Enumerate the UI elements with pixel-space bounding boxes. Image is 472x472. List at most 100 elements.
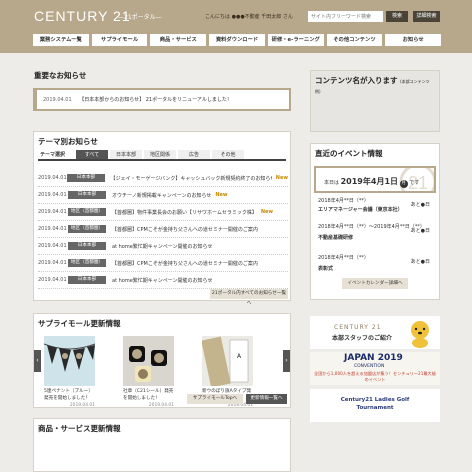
news-category-badge: 日本本部 [68, 276, 106, 284]
event-row[interactable]: 2018年4月**日（**）～2019年4月**日（**） 不動産基礎研修 あと… [318, 223, 430, 241]
event-row[interactable]: 2018年4月**日（**） エリアマネージャー会議（東京本社） あと●日 [318, 197, 430, 213]
news-row[interactable]: 2019.04.01 日本本部 【ジェイ・モーゲージバンク】キャッシュバック新規… [38, 170, 288, 187]
nav-item-other[interactable]: その他コンテンツ [326, 34, 383, 46]
tab-all[interactable]: すべて [76, 150, 108, 159]
news-date: 2019.04.01 [38, 209, 67, 215]
content-box[interactable]: コンテンツ名が入ります (本部コンテンツ例) [310, 70, 440, 132]
tab-japan-hq[interactable]: 日本本部 [110, 150, 142, 159]
news-row[interactable]: 2019.04.01 日本本部 at home繁忙期キャンペーン開催のお知らせ [38, 272, 288, 289]
banner-brand: CENTURY 21 [334, 324, 382, 331]
supply-top-button[interactable]: サプライモールTopへ [187, 394, 243, 404]
badge-icon [129, 346, 167, 382]
news-text: 【ジェイ・モーゲージバンク】キャッシュバック新規契約終了のお知らせ [110, 175, 272, 182]
nav-item-news[interactable]: お知らせ [385, 34, 442, 46]
carousel-prev-button[interactable]: ‹ [34, 350, 41, 372]
today-date: 2019年4月1日 [340, 177, 399, 186]
news-row[interactable]: 2019.04.01 地区（首都圏） 【首都圏】CPMこそが金持ち父さんへの道セ… [38, 221, 288, 238]
flag-image: A [202, 336, 253, 386]
news-date: 2019.04.01 [38, 175, 67, 181]
news-date: 2019.04.01 [38, 243, 67, 249]
carousel-caption: 社章（C21シール）発売を開始しました！ [123, 389, 174, 401]
themed-news-panel: テーマ別お知らせ テーマ選択 すべて 日本本部 地区関係 広告 その他 2019… [33, 131, 291, 306]
news-category-badge: 日本本部 [68, 191, 106, 199]
news-category-badge: 地区（首都圏） [68, 225, 106, 233]
logo-subtitle: —21ポータル— [118, 14, 162, 21]
tab-ads[interactable]: 広告 [178, 150, 210, 159]
staff-intro-banner[interactable]: CENTURY 21 本部スタッフのご紹介 [310, 316, 440, 349]
news-category-badge: 日本本部 [68, 242, 106, 250]
event-calendar-button[interactable]: イベントカレンダー詳細へ [342, 278, 408, 289]
theme-tab-label: テーマ選択 [38, 150, 74, 159]
golf-title: Century21 Ladies Golf Tournament [340, 397, 410, 411]
banner-text: 本部スタッフのご紹介 [332, 335, 393, 342]
nav-item-downloads[interactable]: 資料ダウンロード [209, 34, 265, 46]
search-button[interactable]: 検索 [386, 11, 408, 22]
tab-region[interactable]: 地区関係 [144, 150, 176, 159]
carousel-item[interactable]: 社章（C21シール）発売を開始しました！ 2019.04.01 [123, 336, 174, 408]
event-name: 表彰式 [318, 266, 334, 272]
event-name: 不動産基礎研修 [318, 235, 354, 241]
news-date: 2019.04.01 [38, 277, 67, 283]
site-logo[interactable]: CENTURY 21 [34, 8, 131, 24]
new-badge: New [215, 192, 228, 198]
news-date: 2019.04.01 [38, 260, 67, 266]
news-row[interactable]: 2019.04.01 地区（首都圏） 【首都圏】物件事業長会のお願い【リサワホー… [38, 204, 288, 221]
carousel-next-button[interactable]: › [283, 350, 290, 372]
pennant-icon [44, 343, 95, 372]
news-date: 2019.04.01 [38, 226, 67, 232]
nav-item-training[interactable]: 研修・e-ラーニング [267, 34, 324, 46]
carousel-item[interactable]: 5連ペナント（ブルー）発売を開始しました！ 2019.04.01 [44, 336, 95, 408]
event-remaining: あと●日 [410, 228, 430, 234]
nav-item-products[interactable]: 商品・サービス [150, 34, 207, 46]
news-text: 【首都圏】物件事業長会のお願い【リサワホームセラミック株】 [112, 209, 257, 216]
event-row[interactable]: 2018年4月**日（**） 表彰式 あと●日 [318, 254, 430, 272]
convention-banner[interactable]: JAPAN 2019 CONVENTION 全国から1,000人を超える加盟店が… [310, 352, 440, 385]
nav-item-systems[interactable]: 業務システム一覧 [33, 34, 89, 46]
news-row[interactable]: 2019.04.01 地区（首都圏） 【首都圏】CPMこそが金持ち父さんへの道セ… [38, 255, 288, 272]
global-nav: 業務システム一覧 サプライモール 商品・サービス 資料ダウンロード 研修・e-ラ… [33, 34, 442, 46]
content-box-title-text: コンテンツ名が入ります [315, 76, 398, 85]
nav-item-supply-mall[interactable]: サプライモール [91, 34, 148, 46]
new-badge: New [260, 209, 274, 215]
mascot-dog-icon [411, 321, 429, 348]
products-panel: 商品・サービス更新情報 [33, 418, 291, 472]
advanced-search-button[interactable]: 詳細検索 [413, 11, 440, 22]
theme-tabs: テーマ選択 すべて 日本本部 地区関係 広告 その他 [38, 150, 286, 161]
news-text: 【首都圏】CPMこそが金持ち父さんへの道セミナー開催のご案内 [112, 260, 258, 267]
news-date: 2019.04.01 [38, 192, 67, 198]
today-prefix: 本日は [324, 180, 340, 186]
today-line: 本日は 2019年4月1日 月 です [324, 176, 419, 188]
all-news-button[interactable]: 21ポータル内すべてのお知らせ一覧へ [210, 289, 288, 306]
search-input[interactable] [308, 11, 383, 22]
carousel-date: 2019.04.01 [148, 403, 174, 408]
flag-icon: A [202, 336, 249, 386]
important-date: 2019.04.01 [43, 97, 72, 103]
supply-list-button[interactable]: 更新情報一覧へ [246, 394, 287, 404]
news-row[interactable]: 2019.04.01 日本本部 オウチーノ新規掲載キャンペーンのお知らせ New [38, 187, 288, 204]
important-notice: 2019.04.01 【日本本部からのお知らせ】 21ポータルをリニューアルしま… [33, 88, 291, 111]
news-text: オウチーノ新規掲載キャンペーンのお知らせ [112, 192, 212, 199]
carousel-date: 2019.04.01 [69, 403, 95, 408]
golf-tournament-banner[interactable]: Century21 Ladies Golf Tournament [310, 389, 440, 422]
today-weekday: 月 [399, 180, 408, 188]
products-title: 商品・サービス更新情報 [38, 424, 121, 433]
news-text: 【首都圏】CPMこそが金持ち父さんへの道セミナー開催のご案内 [112, 226, 258, 233]
news-text: at home繁忙期キャンペーン開催のお知らせ [112, 243, 213, 250]
news-row[interactable]: 2019.04.01 日本本部 at home繁忙期キャンペーン開催のお知らせ [38, 238, 288, 255]
important-row[interactable]: 2019.04.01 【日本本部からのお知らせ】 21ポータルをリニューアルしま… [37, 90, 289, 109]
convention-subtitle: CONVENTION [354, 364, 385, 369]
pennant-image [44, 336, 95, 386]
content-box-title: コンテンツ名が入ります (本部コンテンツ例) [311, 71, 439, 98]
tab-other[interactable]: その他 [212, 150, 244, 159]
supply-title: サプライモール更新情報 [38, 319, 121, 328]
today-box: 21 本日は 2019年4月1日 月 です [314, 166, 436, 193]
news-category-badge: 地区（首都圏） [68, 208, 106, 216]
badge-image [123, 336, 174, 386]
news-text: at home繁忙期キャンペーン開催のお知らせ [112, 277, 213, 284]
event-remaining: あと●日 [410, 259, 430, 265]
news-category-badge: 地区（首都圏） [68, 259, 106, 267]
news-category-badge: 日本本部 [67, 174, 105, 182]
important-title: 重要なお知らせ [34, 71, 87, 80]
important-text: 【日本本部からのお知らせ】 21ポータルをリニューアルしました！ [79, 97, 232, 103]
events-title: 直近のイベント情報 [315, 149, 383, 158]
